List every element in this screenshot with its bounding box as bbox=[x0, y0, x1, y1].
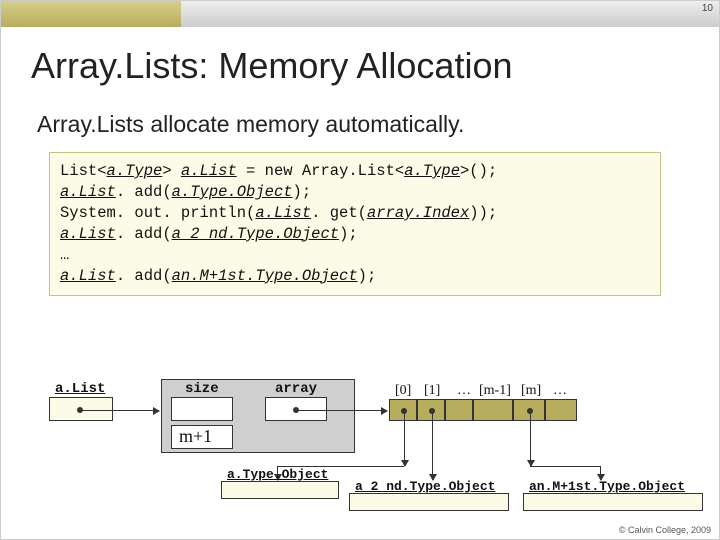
size-label: size bbox=[185, 381, 219, 397]
idx-m: [m] bbox=[521, 383, 541, 399]
obj1-label: a.Type.Object bbox=[227, 467, 328, 482]
idx-0: [0] bbox=[395, 383, 411, 399]
array-label: array bbox=[275, 381, 317, 397]
obj2-box bbox=[349, 493, 509, 511]
arrow-alist-to-struct bbox=[81, 410, 159, 411]
size-box bbox=[171, 397, 233, 421]
cell-m1 bbox=[473, 399, 513, 421]
memory-diagram: a.List size array m+1 [0] [1] … [m-1] [m… bbox=[49, 379, 689, 519]
cell-dots bbox=[445, 399, 473, 421]
code-line-2: a.List. add(a.Type.Object); bbox=[60, 182, 650, 203]
code-line-6: a.List. add(an.M+1st.Type.Object); bbox=[60, 266, 650, 287]
arrow-cm-obj3-h bbox=[530, 466, 600, 467]
header-accent bbox=[1, 1, 181, 27]
obj3-box bbox=[523, 493, 703, 511]
slide-subtitle: Array.Lists allocate memory automaticall… bbox=[1, 87, 719, 138]
idx-dots: … bbox=[457, 383, 471, 399]
code-line-1: List<a.Type> a.List = new Array.List<a.T… bbox=[60, 161, 650, 182]
arrow-array-to-cells bbox=[297, 410, 387, 411]
alist-label: a.List bbox=[55, 381, 105, 397]
code-line-4: a.List. add(a 2 nd.Type.Object); bbox=[60, 224, 650, 245]
copyright: © Calvin College, 2009 bbox=[619, 525, 711, 535]
code-block: List<a.Type> a.List = new Array.List<a.T… bbox=[49, 152, 661, 296]
mplus1-text: m+1 bbox=[179, 426, 212, 447]
page-number: 10 bbox=[702, 3, 713, 14]
header-bar: 10 bbox=[1, 1, 719, 27]
cell-tail bbox=[545, 399, 577, 421]
obj2-label: a 2 nd.Type.Object bbox=[355, 479, 495, 494]
idx-1: [1] bbox=[424, 383, 440, 399]
idx-tail: … bbox=[553, 383, 567, 399]
obj3-label: an.M+1st.Type.Object bbox=[529, 479, 685, 494]
header-right: 10 bbox=[181, 1, 719, 27]
slide-title: Array.Lists: Memory Allocation bbox=[1, 27, 719, 87]
arrow-c0-obj1-v bbox=[404, 412, 405, 466]
idx-m1: [m-1] bbox=[479, 383, 511, 399]
obj1-box bbox=[221, 481, 339, 499]
code-line-3: System. out. println(a.List. get(array.I… bbox=[60, 203, 650, 224]
arrow-cm-obj3-v2 bbox=[600, 466, 601, 480]
arrow-cm-obj3-v bbox=[530, 412, 531, 466]
arrow-c1-obj2 bbox=[432, 412, 433, 480]
code-line-5: … bbox=[60, 245, 650, 266]
